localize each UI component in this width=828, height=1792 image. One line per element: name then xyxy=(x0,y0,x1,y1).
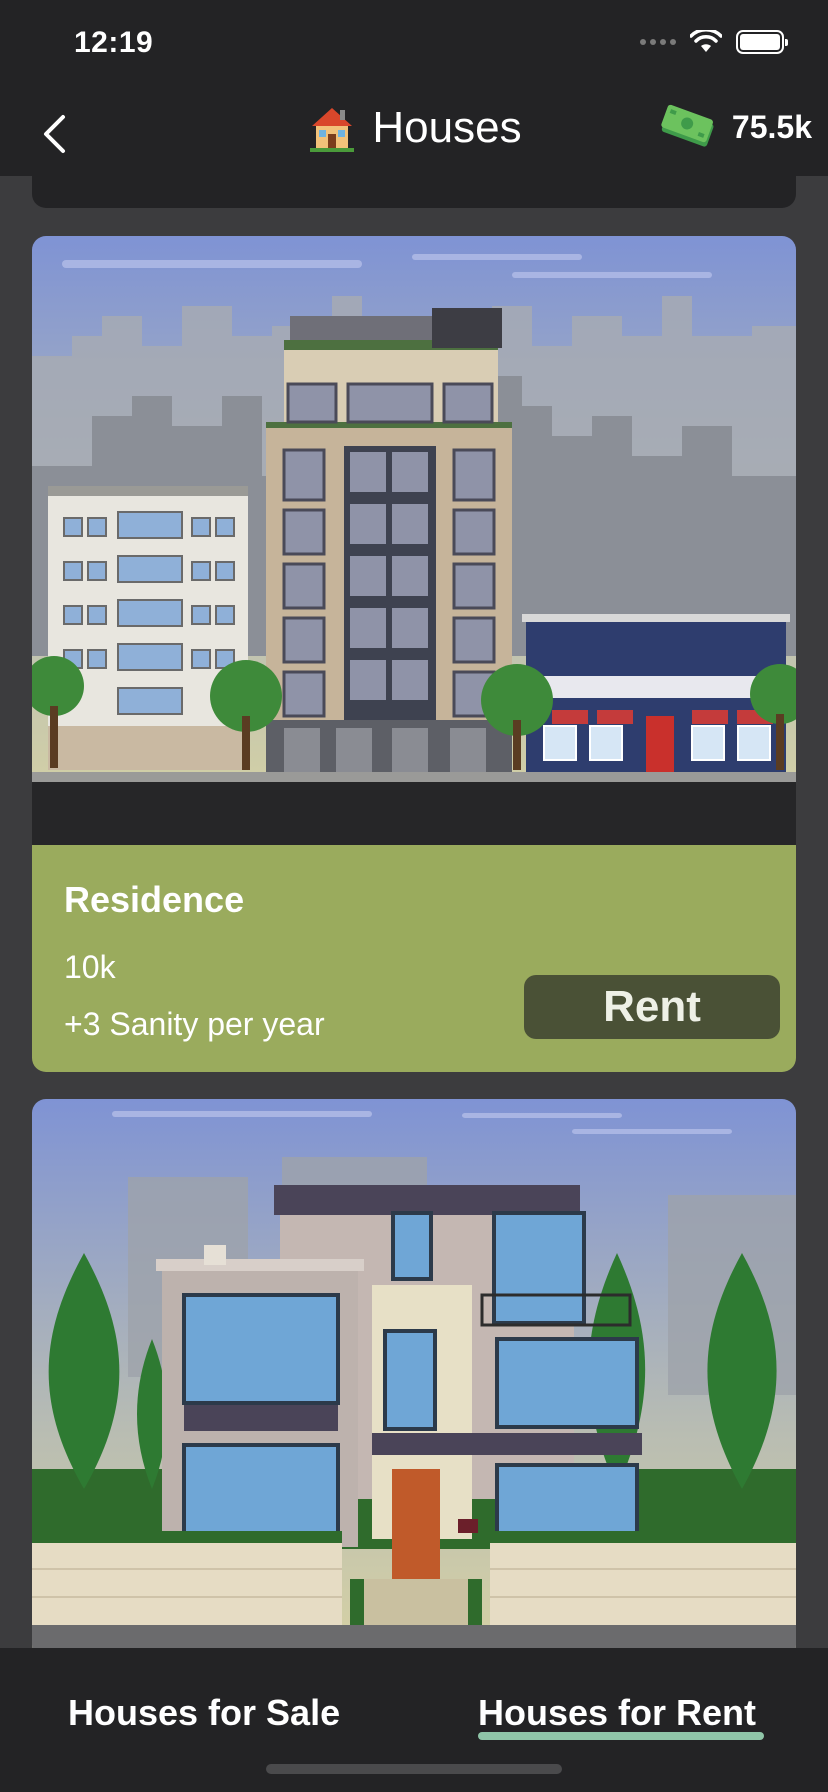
page-title-text: Houses xyxy=(372,103,522,152)
top-bar: 12:19 Houses 75.5k xyxy=(0,0,828,176)
house-card-info: Residence 10k +3 Sanity per year Rent xyxy=(32,845,796,1072)
home-indicator[interactable] xyxy=(266,1764,562,1774)
house-name: Residence xyxy=(64,879,245,920)
house-emoji-icon xyxy=(310,108,355,152)
cash-stack-icon xyxy=(661,104,714,147)
tab-houses-for-rent[interactable]: Houses for Rent xyxy=(478,1692,756,1734)
cellular-signal-icon xyxy=(640,39,676,45)
status-icons xyxy=(640,30,788,54)
app-screen: Residence 10k +3 Sanity per year Rent 12… xyxy=(0,0,828,1792)
house-card-residence: Residence 10k +3 Sanity per year Rent xyxy=(32,236,796,1072)
rent-button[interactable]: Rent xyxy=(524,975,780,1039)
status-time: 12:19 xyxy=(74,26,154,59)
tab-houses-for-sale[interactable]: Houses for Sale xyxy=(68,1692,340,1734)
residence-building-image xyxy=(32,236,796,845)
back-button[interactable] xyxy=(34,108,74,160)
money-balance: 75.5k xyxy=(658,104,812,150)
money-amount: 75.5k xyxy=(731,108,812,145)
battery-icon xyxy=(736,30,788,54)
houses-list[interactable]: Residence 10k +3 Sanity per year Rent xyxy=(0,0,828,1792)
modern-house-image xyxy=(32,1099,796,1659)
wifi-icon xyxy=(690,30,722,52)
previous-card-edge xyxy=(32,176,796,208)
chevron-left-icon xyxy=(44,115,65,153)
house-card-modern xyxy=(32,1099,796,1659)
active-tab-indicator xyxy=(478,1732,764,1740)
